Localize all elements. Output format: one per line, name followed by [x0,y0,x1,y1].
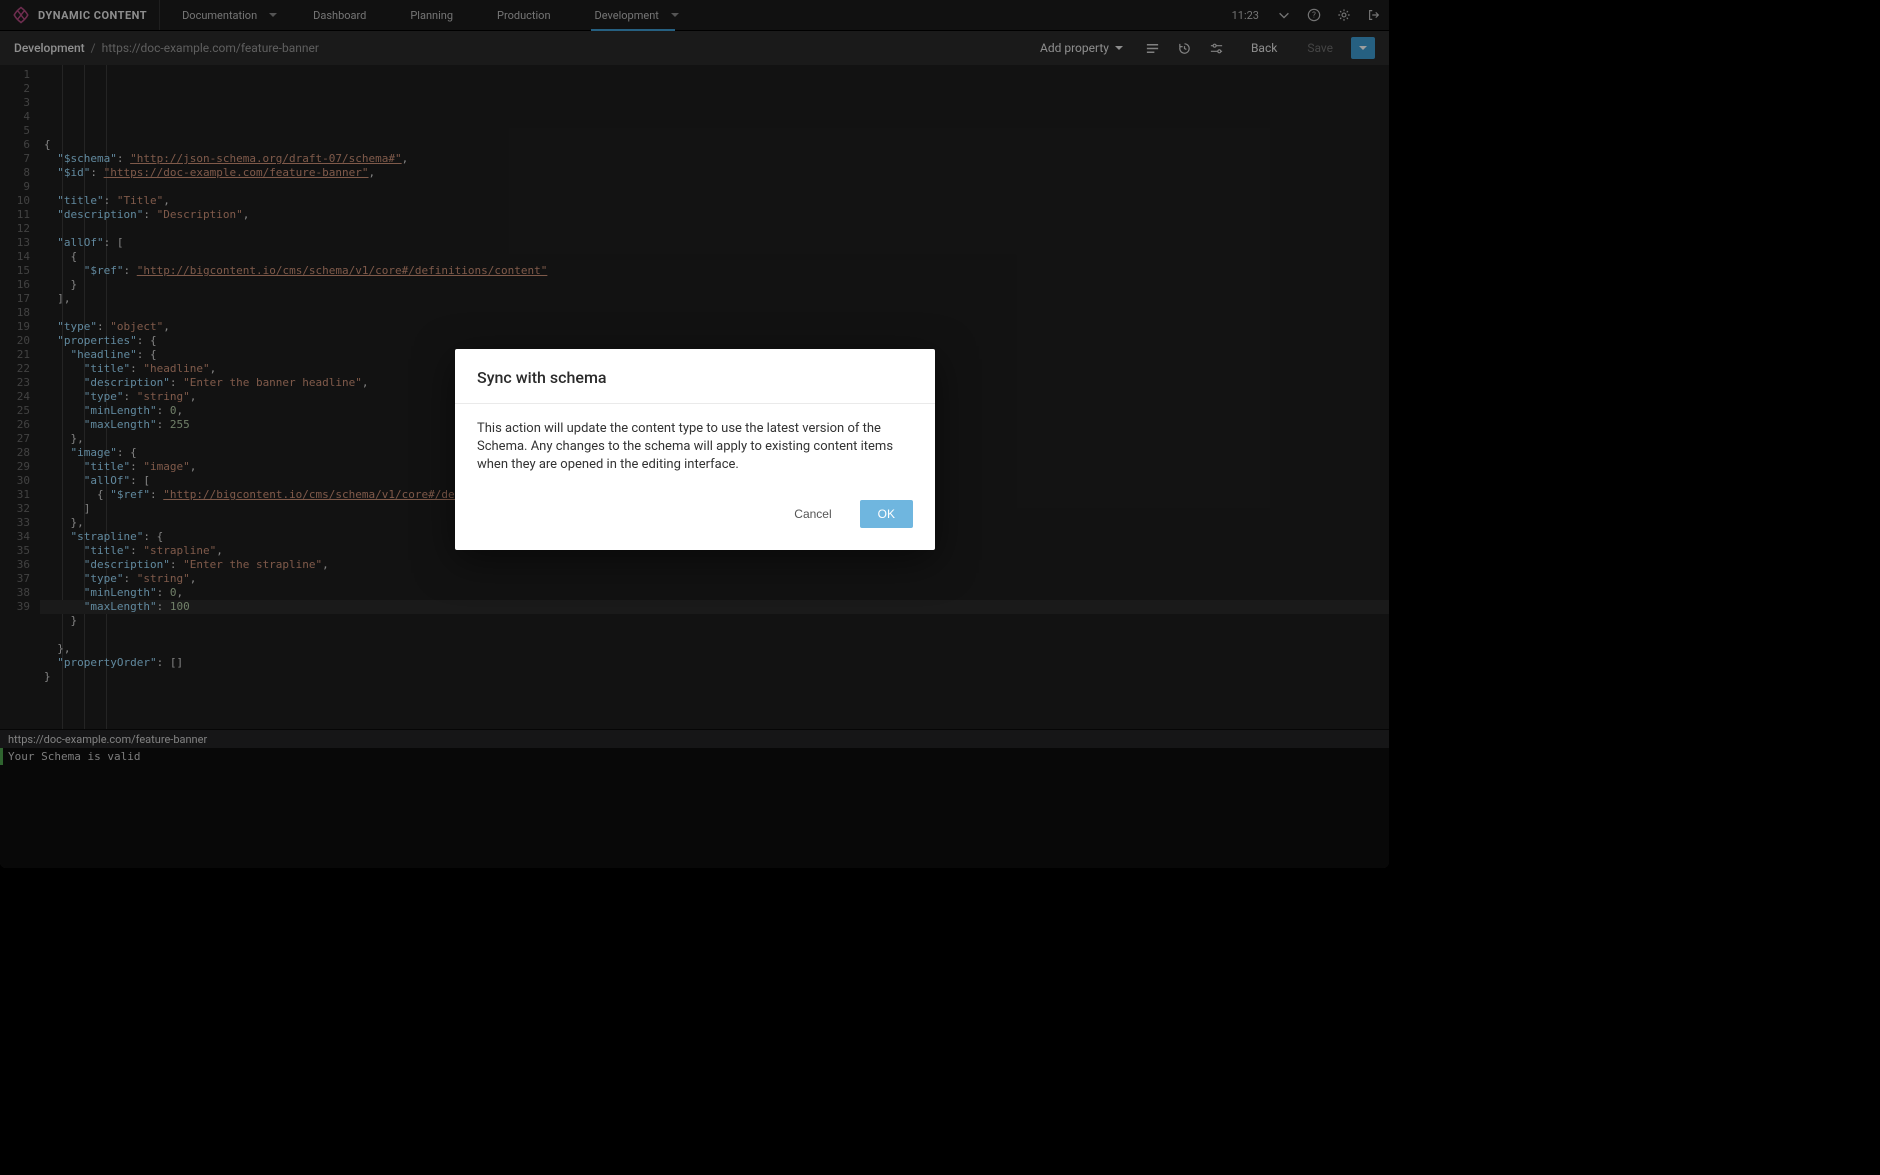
dialog-actions: Cancel OK [455,484,935,550]
dialog-title: Sync with schema [455,349,935,404]
sync-schema-dialog: Sync with schema This action will update… [455,349,935,550]
dialog-body: This action will update the content type… [455,404,935,484]
ok-button[interactable]: OK [860,500,913,528]
cancel-button[interactable]: Cancel [776,500,849,528]
app-window: DYNAMIC CONTENT Documentation Dashboard … [0,0,1389,868]
